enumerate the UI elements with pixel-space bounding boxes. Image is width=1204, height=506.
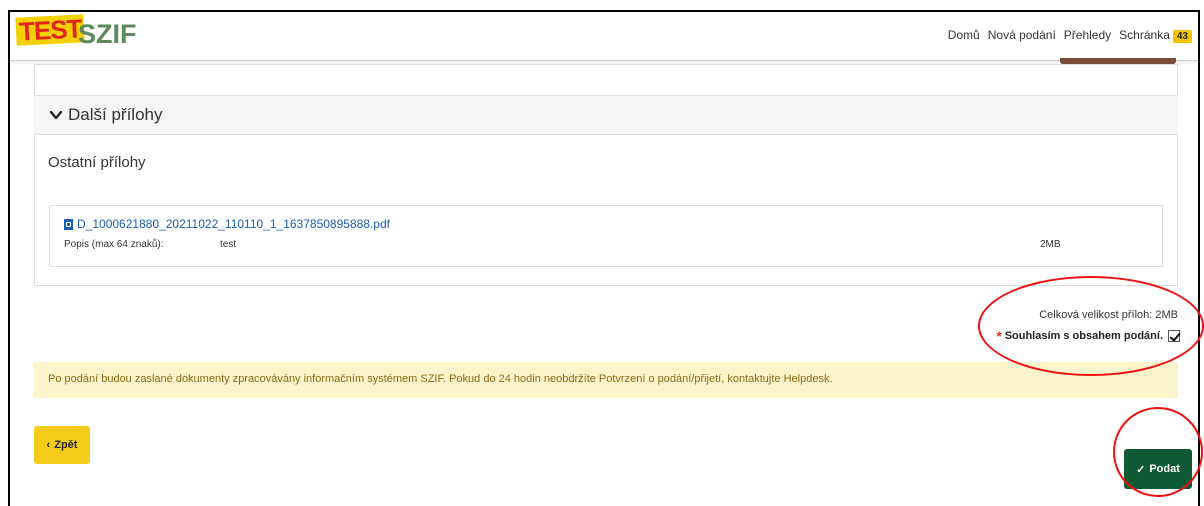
inbox-count-badge: 43 (1172, 30, 1192, 43)
attachment-item: D_1000621880_20211022_110110_1_163785089… (49, 205, 1163, 267)
nav-item-inbox[interactable]: Schránka 43 (1119, 28, 1192, 43)
description-value: test (220, 239, 237, 250)
back-button[interactable]: ‹ Zpět (34, 426, 90, 464)
back-button-label: Zpět (54, 439, 78, 451)
annotation-circle-submit (1113, 407, 1203, 497)
attachment-file-link[interactable]: D_1000621880_20211022_110110_1_163785089… (64, 217, 390, 231)
nav-item-overviews[interactable]: Přehledy (1064, 28, 1111, 42)
chevron-down-icon (49, 110, 63, 120)
brand-name: SZIF (78, 19, 137, 49)
attachments-panel-header[interactable]: Další přílohy (34, 95, 1178, 135)
attachment-size: 2MB (1040, 239, 1061, 250)
szif-logo[interactable]: TEST SZIF (15, 13, 156, 54)
nav-item-inbox-label: Schránka (1119, 28, 1170, 42)
chevron-left-icon: ‹ (46, 439, 51, 451)
test-badge: TEST (15, 13, 86, 47)
nav-item-home[interactable]: Domů (948, 28, 980, 42)
annotation-circle-consent (978, 276, 1204, 376)
notice-text: Po podání budou zaslané dokumenty zpraco… (48, 373, 833, 385)
attachment-file-name: D_1000621880_20211022_110110_1_163785089… (77, 217, 390, 231)
processing-notice: Po podání budou zaslané dokumenty zpraco… (34, 362, 1178, 398)
other-attachments-title: Ostatní přílohy (48, 154, 146, 171)
nav-item-new-submission[interactable]: Nová podání (988, 28, 1056, 42)
main-nav: Domů Nová podání Přehledy Schránka 43 (948, 28, 1192, 43)
top-navbar: TEST SZIF Domů Nová podání Přehledy Schr… (10, 12, 1198, 61)
pdf-file-icon (64, 218, 73, 230)
panel-header-title: Další přílohy (68, 105, 163, 124)
description-label: Popis (max 64 znaků): (64, 239, 164, 250)
